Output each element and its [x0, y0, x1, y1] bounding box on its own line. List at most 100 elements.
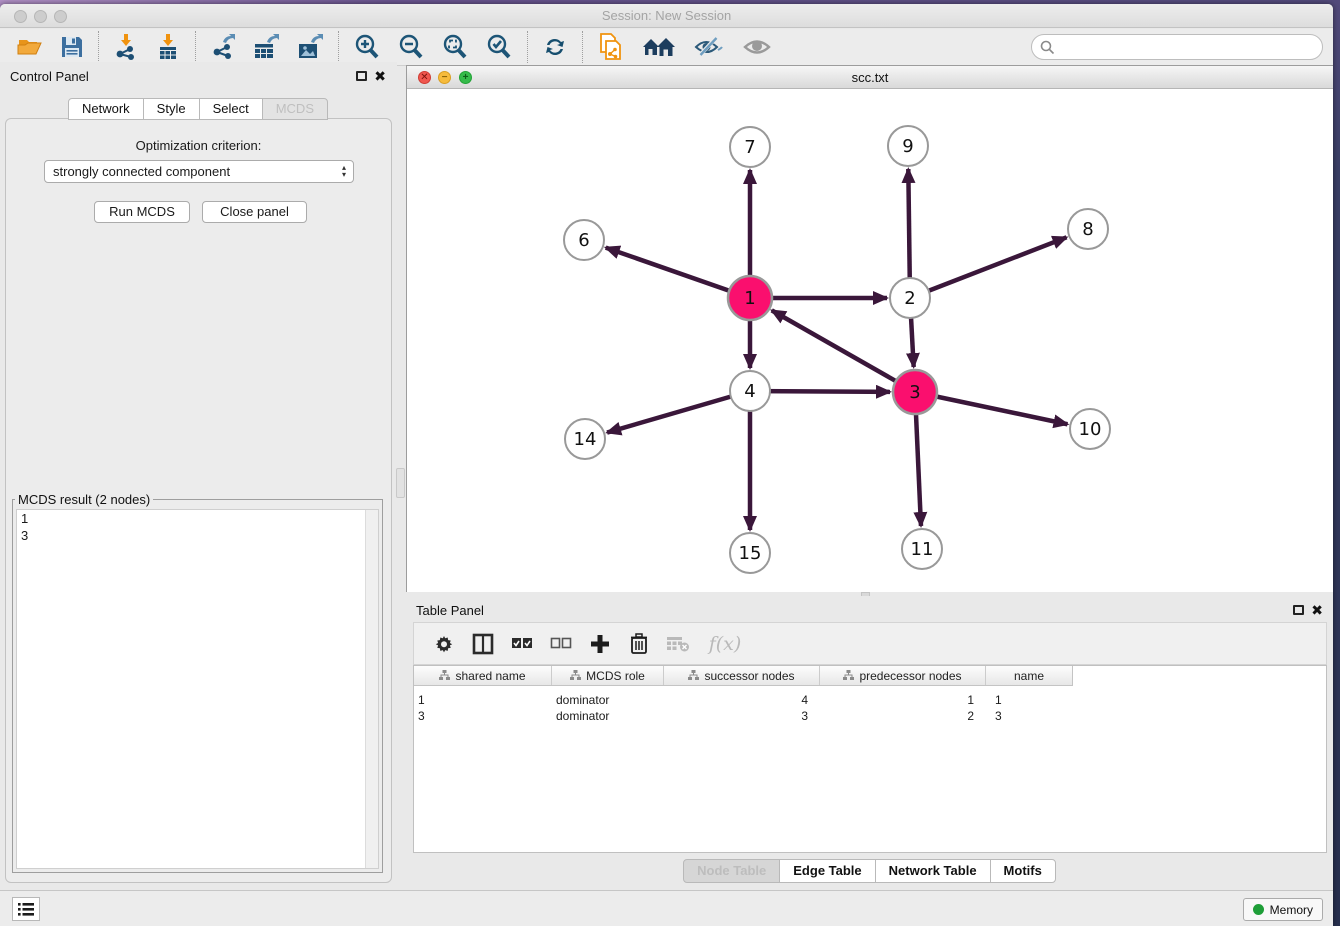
edge-3-10[interactable]	[915, 392, 1067, 424]
copy-network-icon	[598, 33, 624, 61]
column-header-predecessor-nodes[interactable]: predecessor nodes	[820, 666, 986, 685]
select-stepper-icon: ▴▾	[342, 164, 346, 178]
float-panel-icon[interactable]	[356, 71, 367, 81]
search-icon	[1040, 40, 1055, 55]
network-graph[interactable]: 7968124314101511	[407, 90, 1333, 592]
optimization-criterion-label: Optimization criterion:	[6, 138, 391, 153]
delete-column-button[interactable]	[627, 630, 651, 658]
edge-2-8[interactable]	[910, 237, 1067, 298]
delete-table-icon	[666, 636, 690, 652]
tab-node-table[interactable]: Node Table	[683, 859, 780, 883]
table-settings-button[interactable]	[432, 630, 456, 658]
export-table-button[interactable]	[244, 30, 288, 64]
column-header-successor-nodes[interactable]: successor nodes	[664, 666, 820, 685]
copy-network-button[interactable]	[589, 30, 633, 64]
tab-edge-table[interactable]: Edge Table	[779, 859, 875, 883]
network-window-titlebar[interactable]: ✕ − + scc.txt	[407, 66, 1333, 89]
delete-table-button[interactable]	[666, 630, 690, 658]
column-label: name	[1014, 669, 1044, 683]
export-network-button[interactable]	[202, 30, 244, 64]
cell-shared-name[interactable]: 1	[414, 693, 552, 707]
function-builder-button[interactable]: f(x)	[705, 630, 745, 658]
cell-successor-nodes[interactable]: 3	[664, 709, 820, 723]
node-table[interactable]: shared name MCDS role successor nodes pr…	[413, 665, 1327, 853]
unchecked-boxes-icon	[550, 637, 572, 650]
cell-successor-nodes[interactable]: 4	[664, 693, 820, 707]
edge-4-14[interactable]	[607, 391, 750, 433]
criterion-select[interactable]: strongly connected component ▴▾	[44, 160, 354, 183]
close-table-panel-icon[interactable]: ✖	[1311, 602, 1323, 619]
zoom-selected-icon	[486, 34, 512, 60]
network-canvas[interactable]: 7968124314101511	[407, 90, 1333, 592]
hierarchy-icon	[439, 670, 450, 681]
zoom-selected-button[interactable]	[477, 30, 521, 64]
table-row[interactable]: 1 dominator 4 1 1	[414, 692, 1326, 708]
cell-mcds-role[interactable]: dominator	[552, 709, 664, 723]
checked-boxes-icon	[511, 637, 533, 650]
cell-mcds-role[interactable]: dominator	[552, 693, 664, 707]
zoom-fit-button[interactable]	[433, 30, 477, 64]
control-panel-title: Control Panel	[10, 69, 89, 84]
tab-mcds[interactable]: MCDS	[262, 98, 328, 120]
network-title: scc.txt	[407, 70, 1333, 85]
open-session-button[interactable]	[8, 30, 52, 64]
column-header-shared-name[interactable]: shared name	[414, 666, 552, 685]
search-input[interactable]	[1031, 34, 1323, 60]
zoom-out-button[interactable]	[389, 30, 433, 64]
export-image-button[interactable]	[288, 30, 332, 64]
cell-shared-name[interactable]: 3	[414, 709, 552, 723]
edge-4-3[interactable]	[750, 391, 890, 392]
zoom-in-icon	[354, 34, 380, 60]
export-table-icon	[253, 34, 279, 60]
result-scrollbar[interactable]	[365, 510, 378, 868]
table-row[interactable]: 3 dominator 3 2 3	[414, 708, 1326, 724]
mcds-result-textarea[interactable]: 1 3	[16, 509, 379, 869]
toolbar-separator	[338, 31, 339, 63]
tab-motifs[interactable]: Motifs	[990, 859, 1056, 883]
tab-style[interactable]: Style	[143, 98, 200, 120]
cell-predecessor-nodes[interactable]: 1	[820, 693, 986, 707]
show-graphics-button[interactable]	[733, 30, 781, 64]
export-image-icon	[297, 34, 323, 60]
cell-name[interactable]: 1	[986, 693, 1072, 707]
home-button[interactable]	[633, 30, 685, 64]
refresh-network-button[interactable]	[534, 30, 576, 64]
home-icon	[642, 36, 676, 58]
close-panel-button[interactable]: Close panel	[202, 201, 307, 223]
node-label-10: 10	[1079, 419, 1102, 440]
result-line: 3	[17, 527, 378, 544]
hierarchy-icon	[688, 670, 699, 681]
zoom-in-button[interactable]	[345, 30, 389, 64]
eye-slash-icon	[694, 36, 724, 58]
control-panel: Control Panel ✖ Network Style Select MCD…	[0, 62, 397, 890]
column-header-mcds-role[interactable]: MCDS role	[552, 666, 664, 685]
hierarchy-icon	[843, 670, 854, 681]
network-view-window: ✕ − + scc.txt 7968124314101511	[406, 65, 1333, 592]
toolbar-separator	[195, 31, 196, 63]
close-panel-icon[interactable]: ✖	[374, 68, 386, 85]
vertical-splitter-grip[interactable]	[396, 468, 405, 498]
import-network-button[interactable]	[105, 30, 147, 64]
column-label: successor nodes	[704, 669, 794, 683]
node-label-11: 11	[911, 539, 934, 560]
select-all-button[interactable]	[510, 630, 534, 658]
hide-graphics-button[interactable]	[685, 30, 733, 64]
import-table-button[interactable]	[147, 30, 189, 64]
save-session-button[interactable]	[52, 30, 92, 64]
run-mcds-button[interactable]: Run MCDS	[94, 201, 190, 223]
deselect-all-button[interactable]	[549, 630, 573, 658]
cell-predecessor-nodes[interactable]: 2	[820, 709, 986, 723]
table-header-row: shared name MCDS role successor nodes pr…	[414, 666, 1073, 686]
zoom-fit-icon	[442, 34, 468, 60]
tab-select[interactable]: Select	[199, 98, 263, 120]
task-history-button[interactable]	[12, 897, 40, 921]
float-table-panel-icon[interactable]	[1293, 605, 1304, 615]
tab-network-table[interactable]: Network Table	[875, 859, 991, 883]
column-header-name[interactable]: name	[986, 666, 1072, 685]
add-column-button[interactable]	[588, 630, 612, 658]
tab-network[interactable]: Network	[68, 98, 144, 120]
column-view-button[interactable]	[471, 630, 495, 658]
cell-name[interactable]: 3	[986, 709, 1072, 723]
edge-3-1[interactable]	[772, 310, 915, 392]
memory-button[interactable]: Memory	[1243, 898, 1323, 921]
